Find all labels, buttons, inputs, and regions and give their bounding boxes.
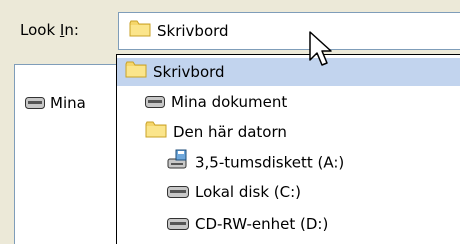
drive-icon [167,180,189,206]
cd-drive-icon [167,212,189,238]
dropdown-item-cd-rw[interactable]: CD-RW-enhet (D:) [167,211,328,237]
dropdown-item-label: Mina dokument [171,93,288,111]
list-item[interactable]: Mina [25,93,86,113]
floppy-drive-icon [167,149,189,177]
dropdown-item-label: Lokal disk (C:) [195,183,302,201]
dropdown-item-label: Den här datorn [173,123,287,141]
drive-icon [145,90,165,116]
folder-icon [125,60,147,86]
dropdown-item-label: Skrivbord [153,63,225,81]
folder-icon [129,19,151,44]
folder-icon [145,120,167,146]
file-list-pane[interactable]: Mina [14,64,124,244]
dropdown-item-skrivbord[interactable]: Skrivbord [125,59,225,85]
combo-value: Skrivbord [157,22,229,40]
look-in-label: Look In: [20,21,79,39]
drive-icon [25,94,45,114]
look-in-dropdown-list[interactable]: Skrivbord Mina dokument Den här datorn 3… [116,54,460,244]
dropdown-item-label: CD-RW-enhet (D:) [195,215,329,233]
mouse-pointer-icon [308,30,334,72]
dropdown-item-den-har-datorn[interactable]: Den här datorn [145,119,287,145]
dropdown-item-lokal-disk[interactable]: Lokal disk (C:) [167,179,301,205]
dropdown-item-label: 3,5-tumsdiskett (A:) [195,153,345,172]
look-in-combobox[interactable]: Skrivbord [118,12,460,50]
list-item-label: Mina [50,94,86,112]
dropdown-item-floppy[interactable]: 3,5-tumsdiskett (A:) [167,149,344,175]
dropdown-item-mina-dokument[interactable]: Mina dokument [145,89,287,115]
